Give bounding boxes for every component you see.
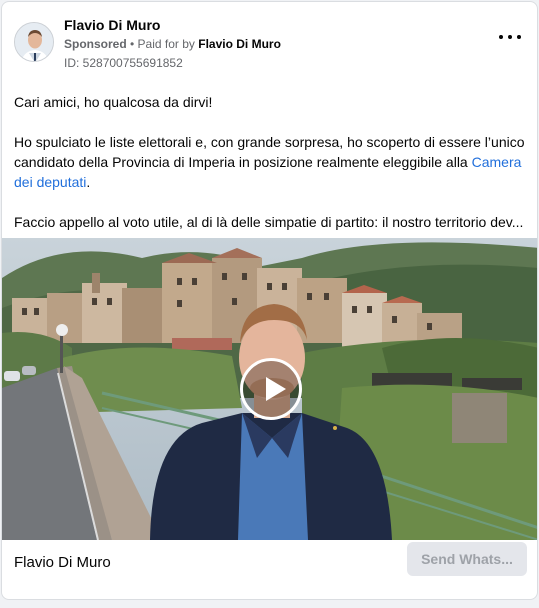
ad-footer: Flavio Di Muro Send Whats... [2, 540, 537, 585]
ad-card: Flavio Di Muro Sponsored • Paid for by F… [1, 1, 538, 600]
more-options-icon[interactable] [499, 30, 521, 44]
ad-id: ID: 528700755691852 [64, 56, 183, 70]
avatar[interactable] [14, 22, 54, 62]
body-paragraph-2-end: . [86, 174, 91, 190]
body-paragraph-1: Cari amici, ho qualcosa da dirvi! [14, 94, 213, 110]
footer-page-name[interactable]: Flavio Di Muro [14, 554, 111, 571]
paid-for-by-name[interactable]: Flavio Di Muro [198, 37, 281, 51]
play-icon[interactable] [240, 358, 302, 420]
video-player[interactable] [2, 238, 537, 540]
sponsored-label: Sponsored [64, 37, 127, 51]
paid-for-prefix: Paid for by [137, 37, 199, 51]
avatar-image [15, 23, 53, 61]
body-paragraph-3[interactable]: Faccio appello al voto utile, al di là d… [14, 212, 526, 232]
meta-separator: • [126, 37, 138, 51]
ad-body-text: Cari amici, ho qualcosa da dirvi! Ho spu… [14, 92, 526, 232]
page-name[interactable]: Flavio Di Muro [64, 17, 160, 33]
send-whatsapp-button[interactable]: Send Whats... [407, 542, 527, 576]
sponsored-line: Sponsored • Paid for by Flavio Di Muro [64, 37, 281, 51]
ad-header: Flavio Di Muro Sponsored • Paid for by F… [14, 16, 525, 72]
body-paragraph-2-text: Ho spulciato le liste elettorali e, con … [14, 134, 525, 170]
body-paragraph-2: Ho spulciato le liste elettorali e, con … [14, 132, 526, 192]
